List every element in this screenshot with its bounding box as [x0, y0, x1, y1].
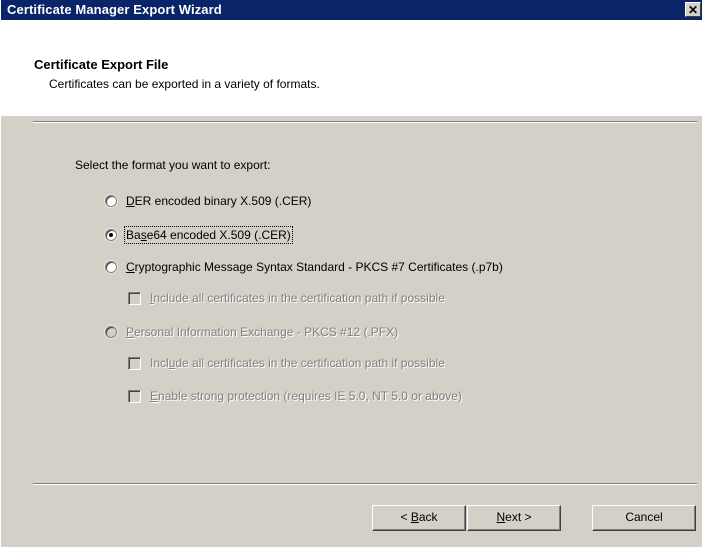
cancel-button[interactable]: Cancel [592, 505, 696, 531]
checkbox-pkcs7-label: Include all certificates in the certific… [150, 291, 445, 305]
checkbox-strong-protection-label: Enable strong protection (requires IE 5.… [150, 389, 462, 403]
checkbox-pkcs7-include-path[interactable]: Include all certificates in the certific… [128, 289, 445, 307]
radio-base64[interactable]: Base64 encoded X.509 (.CER) [105, 226, 293, 244]
page-subtitle: Certificates can be exported in a variet… [49, 77, 320, 91]
checkbox-strong-protection[interactable]: Enable strong protection (requires IE 5.… [128, 387, 462, 405]
title-bar[interactable]: Certificate Manager Export Wizard ✕ [1, 0, 702, 20]
wizard-header: Certificate Export File Certificates can… [1, 20, 702, 116]
wizard-window: Certificate Manager Export Wizard ✕ Cert… [0, 0, 702, 547]
checkbox-pkcs12-include-label: Include all certificates in the certific… [150, 356, 445, 370]
checkbox[interactable] [128, 389, 141, 403]
window-title: Certificate Manager Export Wizard [7, 2, 222, 17]
back-button[interactable]: < Back [372, 505, 466, 531]
header-divider [33, 121, 697, 123]
format-prompt: Select the format you want to export: [75, 158, 271, 172]
radio-pkcs7-label: Cryptographic Message Syntax Standard - … [126, 260, 503, 274]
radio-pkcs12-label: Personal Information Exchange - PKCS #12… [126, 325, 399, 339]
radio-der-label: DER encoded binary X.509 (.CER) [126, 194, 312, 208]
page-title: Certificate Export File [34, 57, 169, 72]
radio-pkcs12[interactable]: Personal Information Exchange - PKCS #12… [105, 323, 398, 341]
radio-pkcs7[interactable]: Cryptographic Message Syntax Standard - … [105, 258, 503, 276]
radio-der-binary[interactable]: DER encoded binary X.509 (.CER) [105, 192, 311, 210]
checkbox[interactable] [128, 356, 141, 370]
close-icon: ✕ [687, 3, 699, 17]
radio-button-selected[interactable] [105, 229, 117, 241]
checkbox-pkcs12-include-path[interactable]: Include all certificates in the certific… [128, 354, 445, 372]
radio-button[interactable] [105, 261, 117, 273]
radio-base64-label: Base64 encoded X.509 (.CER) [124, 226, 293, 244]
footer-divider [33, 483, 697, 485]
next-button[interactable]: Next > [467, 505, 561, 531]
radio-button-disabled[interactable] [105, 326, 117, 338]
radio-button[interactable] [105, 195, 117, 207]
checkbox[interactable] [128, 291, 141, 305]
close-button[interactable]: ✕ [685, 2, 701, 17]
